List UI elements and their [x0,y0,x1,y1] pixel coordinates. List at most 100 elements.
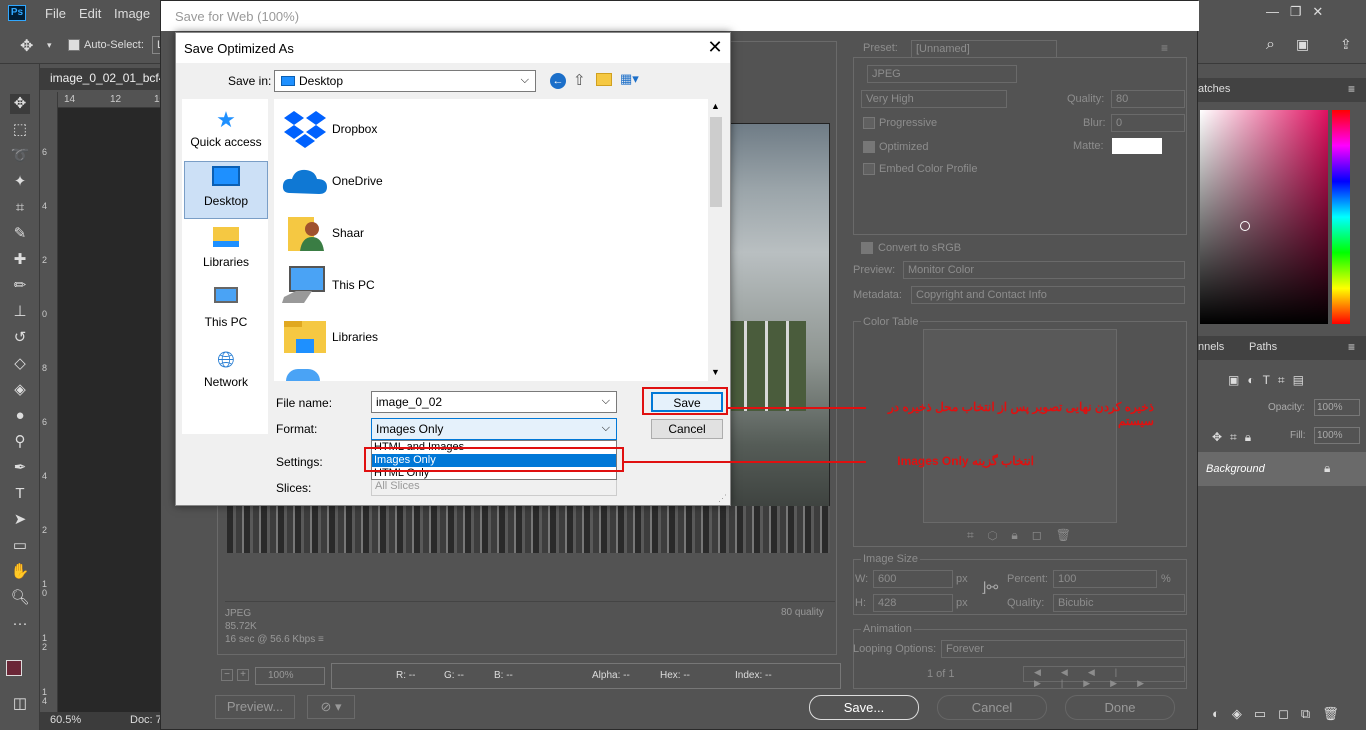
list-item[interactable]: This PC [282,259,682,311]
window-controls[interactable]: — ❐ ✕ [1266,4,1323,20]
view-menu-icon[interactable]: ▦▾ [620,72,644,87]
browser-preview-icon[interactable]: ⊘ ▾ [307,695,355,719]
hand-tool-icon[interactable]: ✋ [10,562,30,582]
resample-quality-select[interactable]: Bicubic [1053,594,1185,612]
format-select[interactable]: JPEG [867,65,1017,83]
place-network[interactable]: 🌐︎ Network [184,343,268,401]
width-input[interactable]: 600 [873,570,953,588]
preset-menu-icon[interactable]: ≡ [1161,41,1168,55]
dodge-tool-icon[interactable]: ⚲ [10,432,30,452]
move-icon[interactable]: ✥ [20,36,33,56]
list-item[interactable]: Libraries [282,311,682,363]
preview-button[interactable]: Preview... [215,695,295,719]
history-brush-icon[interactable]: ↺ [10,328,30,348]
magic-wand-icon[interactable]: ✦ [10,172,30,192]
workspace-icon[interactable]: ▣ [1296,36,1309,53]
layer-row[interactable]: Background 🔒︎ [1198,452,1366,486]
quick-mask-icon[interactable]: ◫ [10,694,30,714]
move-tool-icon[interactable]: ✥ [10,94,30,114]
save-in-select[interactable]: Desktop ⌵ [274,70,536,92]
share-icon[interactable]: ⇪ [1340,36,1352,53]
slices-select[interactable]: All Slices [371,478,617,496]
color-picker-field[interactable] [1200,110,1328,324]
progressive-checkbox[interactable] [863,117,875,129]
tab-swatches[interactable]: atches [1198,83,1230,95]
menu-edit[interactable]: Edit [79,6,101,21]
metadata-select[interactable]: Copyright and Contact Info [911,286,1185,304]
zoom-in-button[interactable]: + [237,669,249,681]
zoom-select[interactable]: 100% [255,667,325,685]
blur-tool-icon[interactable]: ● [10,406,30,426]
eyedropper-icon[interactable]: ✎ [10,224,30,244]
sfw-cancel-button[interactable]: Cancel [937,695,1047,720]
panel-menu-icon[interactable]: ≡ [1348,340,1355,354]
hue-slider[interactable] [1332,110,1350,324]
list-item[interactable]: Shaar [282,207,682,259]
eraser-icon[interactable]: ◇ [10,354,30,374]
brush-tool-icon[interactable]: ✏ [10,276,30,296]
place-desktop[interactable]: Desktop [184,161,268,219]
fill-input[interactable]: 100% [1314,427,1360,444]
zoom-out-button[interactable]: − [221,669,233,681]
search-icon[interactable]: ⌕ [1266,36,1275,54]
foreground-color[interactable] [6,660,22,676]
percent-input[interactable]: 100 [1053,570,1157,588]
quality-input[interactable]: 80 [1111,90,1185,108]
list-item[interactable]: Dropbox [282,103,682,155]
lasso-tool-icon[interactable]: ➰ [10,146,30,166]
file-list-scrollbar[interactable]: ▲ ▼ [708,99,724,381]
rectangle-tool-icon[interactable]: ▭ [10,536,30,556]
color-picker-cursor[interactable] [1240,221,1250,231]
looping-select[interactable]: Forever [941,640,1185,658]
scroll-down-icon[interactable]: ▼ [711,367,720,377]
lock-icons[interactable]: ✥⌗🔒︎ [1212,430,1259,445]
optimized-checkbox[interactable] [863,141,875,153]
crop-tool-icon[interactable]: ⌗ [10,198,30,218]
sfw-save-button[interactable]: Save... [809,695,919,720]
zoom-tool-icon[interactable]: 🔍︎ [10,588,30,608]
auto-select-checkbox[interactable] [68,39,80,51]
animation-controls[interactable]: ◀◀◀|▶|▶▶▶ [1023,666,1185,688]
up-folder-icon[interactable]: ⇧ [573,71,586,89]
format-select[interactable]: Images Only ⌵ [371,418,617,440]
color-table-icons[interactable]: ⌗⬡🔒︎◻🗑︎ [967,528,1085,543]
scroll-thumb[interactable] [710,117,722,207]
menu-image[interactable]: Image [114,6,150,21]
preview-select[interactable]: Monitor Color [903,261,1185,279]
paint-bucket-icon[interactable]: ◈ [10,380,30,400]
path-select-icon[interactable]: ➤ [10,510,30,530]
back-icon[interactable]: ← [550,73,566,89]
type-tool-icon[interactable]: T [10,484,30,504]
marquee-tool-icon[interactable]: ⬚ [10,120,30,140]
close-icon[interactable]: ✕ [704,37,726,59]
convert-srgb-checkbox[interactable] [861,242,873,254]
file-list[interactable]: Dropbox OneDrive Shaar This PC Libraries [274,99,722,381]
quality-preset-select[interactable]: Very High [861,90,1007,108]
blur-input[interactable]: 0 [1111,114,1185,132]
stamp-tool-icon[interactable]: ⊥ [10,302,30,322]
tab-paths[interactable]: Paths [1249,341,1277,353]
scroll-up-icon[interactable]: ▲ [711,101,720,111]
place-this-pc[interactable]: This PC [184,283,268,341]
cancel-button[interactable]: Cancel [651,419,723,439]
more-tools-icon[interactable]: ··· [10,614,30,634]
layer-filter-icons[interactable]: ▣◐T⌗▤ [1228,373,1312,388]
tab-channels[interactable]: nnels [1198,341,1224,353]
menu-file[interactable]: File [45,6,66,21]
chevron-down-icon[interactable]: ⌵ [602,395,610,408]
file-name-input[interactable]: image_0_02 ⌵ [371,391,617,413]
sfw-done-button[interactable]: Done [1065,695,1175,720]
resize-grip[interactable]: ⋰ [718,493,727,504]
new-folder-icon[interactable] [596,73,612,86]
matte-swatch[interactable] [1112,138,1162,154]
preset-select[interactable]: [Unnamed] [911,40,1057,58]
panel-menu-icon[interactable]: ≡ [1348,82,1355,96]
pen-tool-icon[interactable]: ✒ [10,458,30,478]
link-icon[interactable]: ⌋⚯ [981,579,998,596]
place-quick-access[interactable]: ★ Quick access [184,103,268,161]
embed-profile-checkbox[interactable] [863,163,875,175]
place-libraries[interactable]: Libraries [184,223,268,281]
list-item[interactable]: OneDrive [282,155,682,207]
opacity-input[interactable]: 100% [1314,399,1360,416]
healing-brush-icon[interactable]: ✚ [10,250,30,270]
